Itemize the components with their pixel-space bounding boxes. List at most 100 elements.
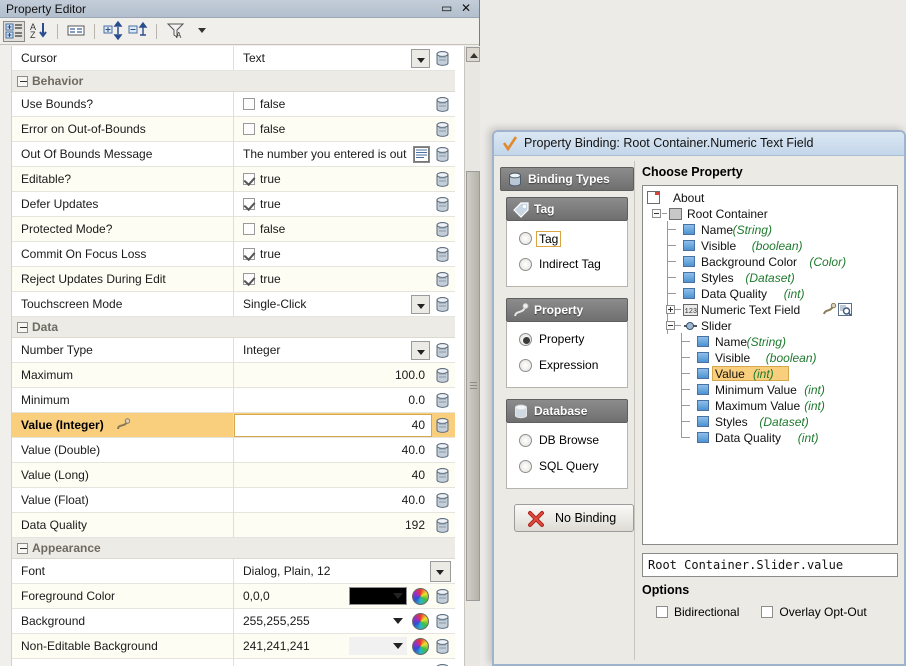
checkbox[interactable] <box>243 223 255 235</box>
checkbox[interactable] <box>656 606 668 618</box>
tree-node[interactable]: Name(String) <box>643 222 897 238</box>
property-row[interactable]: FontDialog, Plain, 12 <box>12 559 455 584</box>
radio-button[interactable] <box>519 232 532 245</box>
binding-button[interactable] <box>434 296 451 313</box>
binding-button[interactable] <box>434 638 451 655</box>
close-button[interactable]: ✕ <box>458 1 474 15</box>
property-row[interactable]: Number TypeInteger <box>12 338 455 363</box>
tree-node[interactable]: Visible(boolean) <box>643 350 897 366</box>
section-collapse-icon[interactable] <box>17 322 28 333</box>
property-row[interactable]: Use Bounds?false <box>12 92 455 117</box>
checkbox[interactable] <box>243 173 255 185</box>
dropdown-button[interactable] <box>411 341 430 360</box>
property-grid-scrollbar[interactable] <box>464 46 480 666</box>
binding-button[interactable] <box>434 342 451 359</box>
color-dropdown-arrow[interactable] <box>393 593 403 599</box>
property-row[interactable]: Value (Long)40 <box>12 463 455 488</box>
checkbox[interactable] <box>243 98 255 110</box>
property-row[interactable]: Protected Mode?false <box>12 217 455 242</box>
radio-button[interactable] <box>519 434 532 447</box>
binding-button[interactable] <box>434 588 451 605</box>
binding-button[interactable] <box>434 442 451 459</box>
collapse-all-icon[interactable] <box>128 21 150 42</box>
binding-option[interactable]: Indirect Tag <box>507 253 627 279</box>
checkbox[interactable] <box>243 273 255 285</box>
binding-option[interactable]: Property <box>507 328 627 354</box>
toolbar-overflow-icon[interactable] <box>198 28 206 33</box>
tree-expander-collapse[interactable] <box>666 321 675 330</box>
tree-node[interactable]: 123Numeric Text Field <box>643 302 897 318</box>
binding-button[interactable] <box>434 96 451 113</box>
binding-option[interactable]: Expression <box>507 354 627 380</box>
property-row[interactable]: Minimum0.0 <box>12 388 455 413</box>
checkbox[interactable] <box>243 248 255 260</box>
binding-button[interactable] <box>434 171 451 188</box>
option-checkbox[interactable]: Bidirectional <box>656 605 739 619</box>
binding-button[interactable] <box>434 613 451 630</box>
restore-button[interactable]: ▭ <box>439 1 455 15</box>
expand-all-icon[interactable] <box>103 21 125 42</box>
binding-option[interactable]: Tag <box>507 227 627 253</box>
binding-button[interactable] <box>434 517 451 534</box>
binding-button[interactable] <box>434 146 451 163</box>
scroll-up-button[interactable] <box>466 47 480 62</box>
tree-node[interactable]: Slider <box>643 318 897 334</box>
tree-expander-expand[interactable] <box>666 305 675 314</box>
property-row[interactable]: Touchscreen ModeSingle-Click <box>12 292 455 317</box>
binding-path-field[interactable]: Root Container.Slider.value <box>642 553 898 577</box>
binding-button[interactable] <box>434 467 451 484</box>
binding-button[interactable] <box>434 221 451 238</box>
color-wheel-icon[interactable] <box>412 638 429 655</box>
tree-node[interactable]: Styles(Dataset) <box>643 270 897 286</box>
binding-button[interactable] <box>434 246 451 263</box>
property-row[interactable]: Foreground Color0,0,0 <box>12 584 455 609</box>
property-row[interactable]: Non-Editable Background241,241,241 <box>12 634 455 659</box>
preview-icon[interactable] <box>838 303 852 319</box>
tree-node[interactable]: Root Container <box>643 206 897 222</box>
description-pane-icon[interactable] <box>66 21 88 42</box>
binding-option[interactable]: DB Browse <box>507 429 627 455</box>
radio-button[interactable] <box>519 359 532 372</box>
tree-node[interactable]: About <box>643 190 897 206</box>
property-row[interactable]: Value (Float)40.0 <box>12 488 455 513</box>
scrollbar-thumb[interactable] <box>466 171 480 601</box>
checkbox[interactable] <box>243 123 255 135</box>
tree-node[interactable]: Value(int) <box>643 366 897 382</box>
tree-node[interactable]: Maximum Value(int) <box>643 398 897 414</box>
tree-node[interactable]: Minimum Value(int) <box>643 382 897 398</box>
property-row[interactable]: Defer Updatestrue <box>12 192 455 217</box>
property-row[interactable]: Editable?true <box>12 167 455 192</box>
property-row[interactable]: Background255,255,255 <box>12 609 455 634</box>
property-row[interactable]: CursorText <box>12 46 455 71</box>
binding-button[interactable] <box>434 492 451 509</box>
property-tree[interactable]: AboutRoot ContainerName(String)Visible(b… <box>642 185 898 545</box>
text-editor-button[interactable] <box>413 146 430 163</box>
tree-node[interactable]: Data Quality(int) <box>643 286 897 302</box>
property-section-header[interactable]: Appearance <box>12 538 455 559</box>
tree-node[interactable]: Visible(boolean) <box>643 238 897 254</box>
binding-option[interactable]: SQL Query <box>507 455 627 481</box>
binding-button[interactable] <box>434 50 451 67</box>
tree-node[interactable]: Data Quality(int) <box>643 430 897 446</box>
property-section-header[interactable]: Behavior <box>12 71 455 92</box>
property-row[interactable]: Value (Integer)40 <box>12 413 455 438</box>
dropdown-button[interactable] <box>411 49 430 68</box>
tree-node[interactable]: Background Color(Color) <box>643 254 897 270</box>
property-row[interactable]: Value (Double)40.0 <box>12 438 455 463</box>
checkbox[interactable] <box>761 606 773 618</box>
alphabetical-sort-icon[interactable]: A Z <box>29 21 51 42</box>
binding-button[interactable] <box>434 271 451 288</box>
binding-button[interactable] <box>434 196 451 213</box>
property-row[interactable]: Commit On Focus Losstrue <box>12 242 455 267</box>
tree-node[interactable]: Name(String) <box>643 334 897 350</box>
dropdown-button[interactable] <box>411 295 430 314</box>
radio-button[interactable] <box>519 333 532 346</box>
tree-node[interactable]: Styles(Dataset) <box>643 414 897 430</box>
property-row[interactable]: Data Quality192 <box>12 513 455 538</box>
binding-button[interactable] <box>434 392 451 409</box>
option-checkbox[interactable]: Overlay Opt-Out <box>761 605 866 619</box>
property-row[interactable]: Decimal Format#,##0.##% <box>12 659 455 666</box>
color-dropdown-arrow[interactable] <box>393 643 403 649</box>
radio-button[interactable] <box>519 460 532 473</box>
no-binding-button[interactable]: No Binding <box>514 504 634 532</box>
